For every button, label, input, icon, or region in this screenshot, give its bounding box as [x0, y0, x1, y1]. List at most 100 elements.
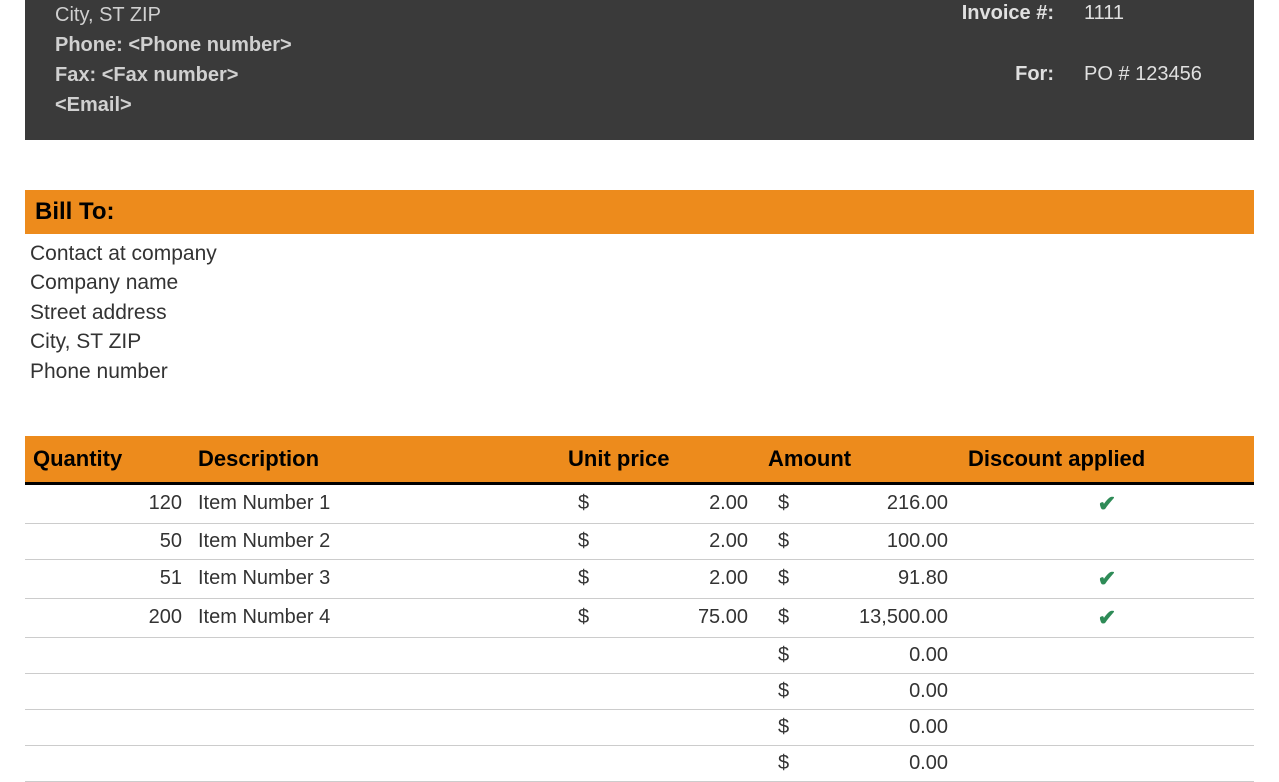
invoice-header: City, ST ZIP Phone: <Phone number> Fax: … — [25, 0, 1254, 140]
discount-cell — [960, 523, 1254, 559]
currency-symbol: $ — [768, 606, 789, 629]
table-row: $0.00 — [25, 709, 1254, 745]
bill-to-line: City, ST ZIP — [30, 327, 1249, 356]
currency-symbol: $ — [768, 644, 789, 667]
discount-cell — [960, 673, 1254, 709]
table-row: 120Item Number 1$2.00$216.00✔ — [25, 483, 1254, 523]
check-icon: ✔ — [1098, 605, 1116, 630]
check-icon: ✔ — [1098, 566, 1116, 591]
amount-value: 216.00 — [887, 492, 952, 515]
col-quantity-header: Quantity — [25, 436, 190, 484]
currency-symbol: $ — [768, 752, 789, 775]
table-row: $0.00 — [25, 637, 1254, 673]
amount-cell: $91.80 — [760, 559, 960, 598]
unitprice-value: 2.00 — [709, 567, 752, 590]
qty-cell — [25, 709, 190, 745]
currency-symbol: $ — [568, 530, 589, 553]
sender-block: City, ST ZIP Phone: <Phone number> Fax: … — [55, 0, 292, 120]
bill-to-body: Contact at company Company name Street a… — [30, 239, 1249, 386]
fax-value: <Fax number> — [102, 64, 239, 86]
qty-cell: 50 — [25, 523, 190, 559]
table-row: 200Item Number 4$75.00$13,500.00✔ — [25, 598, 1254, 637]
currency-symbol: $ — [568, 567, 589, 590]
col-amount-header: Amount — [760, 436, 960, 484]
description-cell: Item Number 2 — [190, 523, 560, 559]
amount-cell: $0.00 — [760, 637, 960, 673]
unitprice-value: 2.00 — [709, 492, 752, 515]
currency-symbol: $ — [768, 567, 789, 590]
table-body: 120Item Number 1$2.00$216.00✔50Item Numb… — [25, 483, 1254, 781]
unitprice-cell: $2.00 — [560, 559, 760, 598]
bill-to-line: Company name — [30, 268, 1249, 297]
check-icon: ✔ — [1098, 491, 1116, 516]
unitprice-cell — [560, 745, 760, 781]
amount-cell: $216.00 — [760, 483, 960, 523]
discount-cell — [960, 709, 1254, 745]
currency-symbol: $ — [568, 606, 589, 629]
discount-cell: ✔ — [960, 598, 1254, 637]
amount-cell: $100.00 — [760, 523, 960, 559]
discount-cell: ✔ — [960, 559, 1254, 598]
discount-cell — [960, 637, 1254, 673]
amount-value: 0.00 — [909, 680, 952, 703]
bill-to-line: Phone number — [30, 357, 1249, 386]
sender-fax: Fax: <Fax number> — [55, 60, 292, 90]
amount-value: 0.00 — [909, 752, 952, 775]
fax-label: Fax: — [55, 64, 96, 86]
amount-value: 0.00 — [909, 716, 952, 739]
sender-city: City, ST ZIP — [55, 0, 292, 30]
currency-symbol: $ — [768, 530, 789, 553]
currency-symbol: $ — [768, 680, 789, 703]
unitprice-cell: $2.00 — [560, 523, 760, 559]
invoice-number-label: Invoice #: — [962, 2, 1054, 25]
unitprice-cell: $75.00 — [560, 598, 760, 637]
amount-cell: $0.00 — [760, 709, 960, 745]
description-cell: Item Number 4 — [190, 598, 560, 637]
table-row: $0.00 — [25, 673, 1254, 709]
table-row: 50Item Number 2$2.00$100.00 — [25, 523, 1254, 559]
phone-value: <Phone number> — [128, 34, 291, 56]
description-cell — [190, 637, 560, 673]
unitprice-cell: $2.00 — [560, 483, 760, 523]
sender-email: <Email> — [55, 90, 292, 120]
amount-value: 100.00 — [887, 530, 952, 553]
discount-cell: ✔ — [960, 483, 1254, 523]
unitprice-cell — [560, 673, 760, 709]
for-value: PO # 123456 — [1084, 63, 1224, 86]
line-items-table: Quantity Description Unit price Amount D… — [25, 436, 1254, 782]
bill-to-title: Bill To: — [25, 190, 1254, 234]
unitprice-cell — [560, 709, 760, 745]
qty-cell: 120 — [25, 483, 190, 523]
qty-cell — [25, 637, 190, 673]
sender-phone: Phone: <Phone number> — [55, 30, 292, 60]
table-header-row: Quantity Description Unit price Amount D… — [25, 436, 1254, 484]
description-cell — [190, 745, 560, 781]
for-label: For: — [962, 63, 1054, 86]
amount-value: 91.80 — [898, 567, 952, 590]
qty-cell: 51 — [25, 559, 190, 598]
qty-cell — [25, 745, 190, 781]
table-row: 51Item Number 3$2.00$91.80✔ — [25, 559, 1254, 598]
description-cell: Item Number 1 — [190, 483, 560, 523]
description-cell: Item Number 3 — [190, 559, 560, 598]
qty-cell — [25, 673, 190, 709]
currency-symbol: $ — [768, 492, 789, 515]
bill-to-line: Street address — [30, 298, 1249, 327]
col-unitprice-header: Unit price — [560, 436, 760, 484]
discount-cell — [960, 745, 1254, 781]
invoice-number-value: 1111 — [1084, 2, 1224, 25]
line-items-table-wrap: Quantity Description Unit price Amount D… — [25, 436, 1254, 782]
description-cell — [190, 709, 560, 745]
col-discount-header: Discount applied — [960, 436, 1254, 484]
amount-cell: $13,500.00 — [760, 598, 960, 637]
currency-symbol: $ — [768, 716, 789, 739]
currency-symbol: $ — [568, 492, 589, 515]
unitprice-cell — [560, 637, 760, 673]
invoice-meta: Invoice #: 1111 For: PO # 123456 — [962, 0, 1224, 120]
col-description-header: Description — [190, 436, 560, 484]
description-cell — [190, 673, 560, 709]
table-row: $0.00 — [25, 745, 1254, 781]
phone-label: Phone: — [55, 34, 123, 56]
amount-cell: $0.00 — [760, 673, 960, 709]
amount-value: 13,500.00 — [859, 606, 952, 629]
